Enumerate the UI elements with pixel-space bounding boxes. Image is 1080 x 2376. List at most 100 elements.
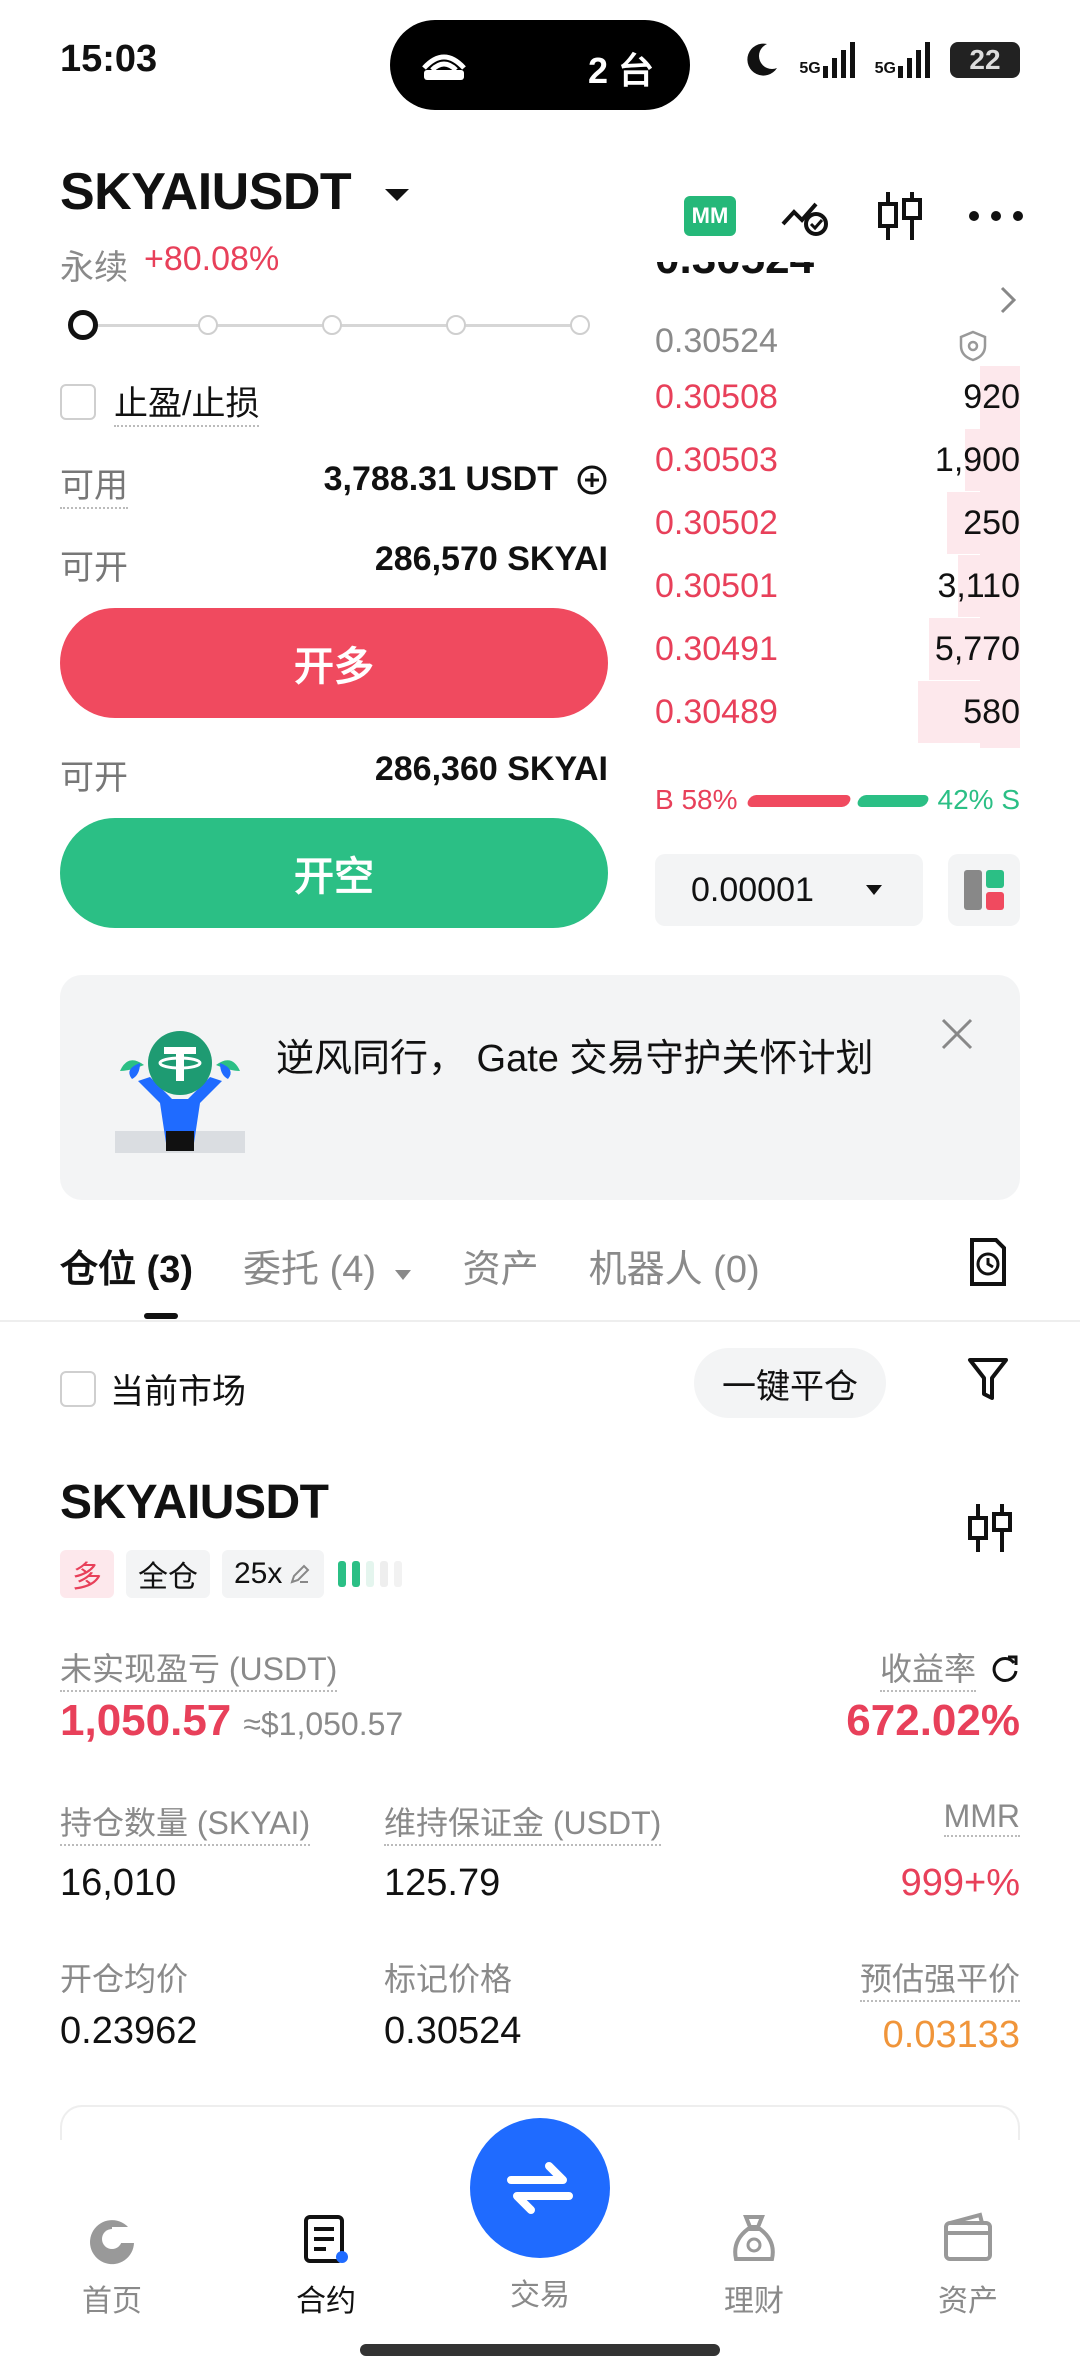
buy-ratio-bar — [745, 795, 853, 807]
filter-icon[interactable] — [966, 1356, 1010, 1404]
swap-icon — [507, 2162, 573, 2214]
ask-price: 0.30508 — [655, 378, 778, 416]
ask-qty: 920 — [963, 378, 1020, 416]
slider-step[interactable] — [198, 315, 218, 335]
slider-step[interactable] — [322, 315, 342, 335]
edit-icon — [290, 1564, 310, 1584]
tick-size-select[interactable]: 0.00001 — [655, 854, 923, 926]
nav-earn[interactable]: 理财 — [674, 2208, 834, 2320]
roe-value: 672.02% — [846, 1696, 1020, 1745]
nav-home[interactable]: 首页 — [32, 2208, 192, 2320]
open-long-value: 286,570 SKYAI — [374, 540, 608, 578]
position-tabs: 仓位 (3) 委托 (4) 资产 机器人 (0) — [60, 1238, 760, 1319]
slider-step[interactable] — [446, 315, 466, 335]
open-short-value: 286,360 SKYAI — [374, 750, 608, 788]
unrealized-pnl-label: 未实现盈亏 (USDT) — [60, 1644, 338, 1692]
ask-price: 0.30489 — [655, 693, 778, 731]
chevron-right-icon[interactable] — [998, 284, 1018, 316]
status-icons: 5G 5G 22 — [741, 40, 1020, 80]
leverage-tag[interactable]: 25x — [222, 1550, 325, 1598]
nav-home-label: 首页 — [82, 2285, 142, 2318]
pair-title: SKYAIUSDT — [60, 163, 352, 221]
ask-row[interactable]: 0.30502 250 — [655, 492, 1020, 554]
battery-icon: 22 — [950, 42, 1020, 78]
available-value: 3,788.31 USDT — [323, 460, 558, 498]
hotspot-icon — [422, 54, 466, 80]
nav-trade[interactable]: 交易 — [460, 2270, 620, 2314]
tpsl-checkbox[interactable] — [60, 383, 96, 420]
unrealized-pnl-usd: ≈$1,050.57 — [243, 1706, 404, 1742]
position-symbol[interactable]: SKYAIUSDT — [60, 1475, 329, 1530]
margin-mode-tag[interactable]: 全仓 — [126, 1550, 210, 1598]
orderbook-partial-top: 0.30524 — [655, 262, 1020, 278]
mm-badge-button[interactable]: MM — [684, 196, 736, 236]
ask-price: 0.30501 — [655, 567, 778, 605]
ask-price: 0.30491 — [655, 630, 778, 668]
tab-bots[interactable]: 机器人 (0) — [589, 1238, 760, 1293]
more-icon[interactable] — [968, 210, 1024, 222]
price-change: +80.08% — [144, 240, 280, 278]
status-time: 15:03 — [60, 38, 158, 80]
side-tag: 多 — [60, 1550, 114, 1598]
ask-price: 0.30503 — [655, 441, 778, 479]
leverage-value: 25x — [234, 1557, 283, 1590]
nav-futures[interactable]: 合约 — [246, 2208, 406, 2320]
island-count: 2 台 — [587, 50, 654, 91]
signal-5g-label: 5G — [799, 60, 821, 77]
roe-label-row[interactable]: 收益率 — [879, 1644, 1020, 1692]
open-long-label: 可开 — [60, 549, 128, 587]
nav-futures-label: 合约 — [296, 2285, 356, 2318]
history-icon[interactable] — [966, 1236, 1010, 1288]
nav-assets[interactable]: 资产 — [888, 2208, 1048, 2320]
tab-positions[interactable]: 仓位 (3) — [60, 1238, 193, 1319]
nav-earn-label: 理财 — [724, 2285, 784, 2318]
maint-margin-label: 维持保证金 (USDT) — [384, 1798, 662, 1846]
ask-row[interactable]: 0.30508 920 — [655, 366, 1020, 428]
ask-row[interactable]: 0.30489 580 — [655, 681, 1020, 743]
contract-type: 永续 — [60, 249, 128, 287]
current-market-checkbox[interactable] — [60, 1370, 96, 1407]
position-tags: 多 全仓 25x — [60, 1550, 426, 1598]
close-icon[interactable] — [940, 1017, 974, 1051]
leverage-slider[interactable] — [82, 315, 590, 335]
trade-fab-button[interactable] — [470, 2118, 610, 2258]
liq-price-value: 0.03133 — [882, 2014, 1020, 2056]
tab-orders[interactable]: 委托 (4) — [243, 1238, 413, 1293]
mmr-label: MMR — [943, 1798, 1020, 1837]
close-all-button[interactable]: 一键平仓 — [694, 1348, 886, 1418]
ask-row[interactable]: 0.30501 3,110 — [655, 555, 1020, 617]
tpsl-toggle[interactable]: 止盈/止损 — [60, 376, 260, 427]
candlestick-icon[interactable] — [966, 1502, 1014, 1554]
mark-price-label: 标记价格 — [384, 1961, 513, 1997]
banner-text: 逆风同行， Gate 交易守护关怀计划 — [276, 1038, 874, 1080]
layout-icon — [964, 870, 1004, 910]
current-market-toggle[interactable]: 当前市场 — [60, 1364, 246, 1413]
orderbook-layout-button[interactable] — [948, 854, 1020, 926]
slider-step[interactable] — [570, 315, 590, 335]
tick-size-value: 0.00001 — [691, 870, 814, 909]
earn-icon — [733, 2215, 775, 2261]
trend-icon[interactable] — [780, 194, 832, 238]
slider-knob[interactable] — [68, 310, 98, 340]
open-short-button[interactable]: 开空 — [60, 818, 608, 928]
open-long-button[interactable]: 开多 — [60, 608, 608, 718]
available-row: 3,788.31 USDT — [324, 460, 608, 499]
current-market-label: 当前市场 — [110, 1373, 246, 1411]
shield-icon[interactable] — [958, 330, 988, 362]
candlestick-icon[interactable] — [876, 190, 924, 242]
add-circle-icon[interactable] — [576, 464, 608, 496]
partial-price: 0.30524 — [655, 262, 814, 278]
ask-row[interactable]: 0.30491 5,770 — [655, 618, 1020, 680]
tab-assets[interactable]: 资产 — [463, 1238, 539, 1293]
entry-price-value: 0.23962 — [60, 2010, 198, 2052]
ask-row[interactable]: 0.30503 1,900 — [655, 429, 1020, 491]
position-size-value: 16,010 — [60, 1862, 177, 1904]
mark-price-value: 0.30524 — [384, 2010, 522, 2052]
tpsl-label: 止盈/止损 — [114, 376, 260, 427]
contract-info: 永续 +80.08% — [60, 240, 279, 289]
promo-banner[interactable]: 逆风同行， Gate 交易守护关怀计划 — [60, 975, 1020, 1200]
pair-selector[interactable]: SKYAIUSDT — [60, 162, 411, 222]
signal-icon: 5G — [799, 42, 856, 78]
maint-margin-value: 125.79 — [384, 1862, 501, 1904]
signal-5g-label-2: 5G — [874, 60, 896, 77]
